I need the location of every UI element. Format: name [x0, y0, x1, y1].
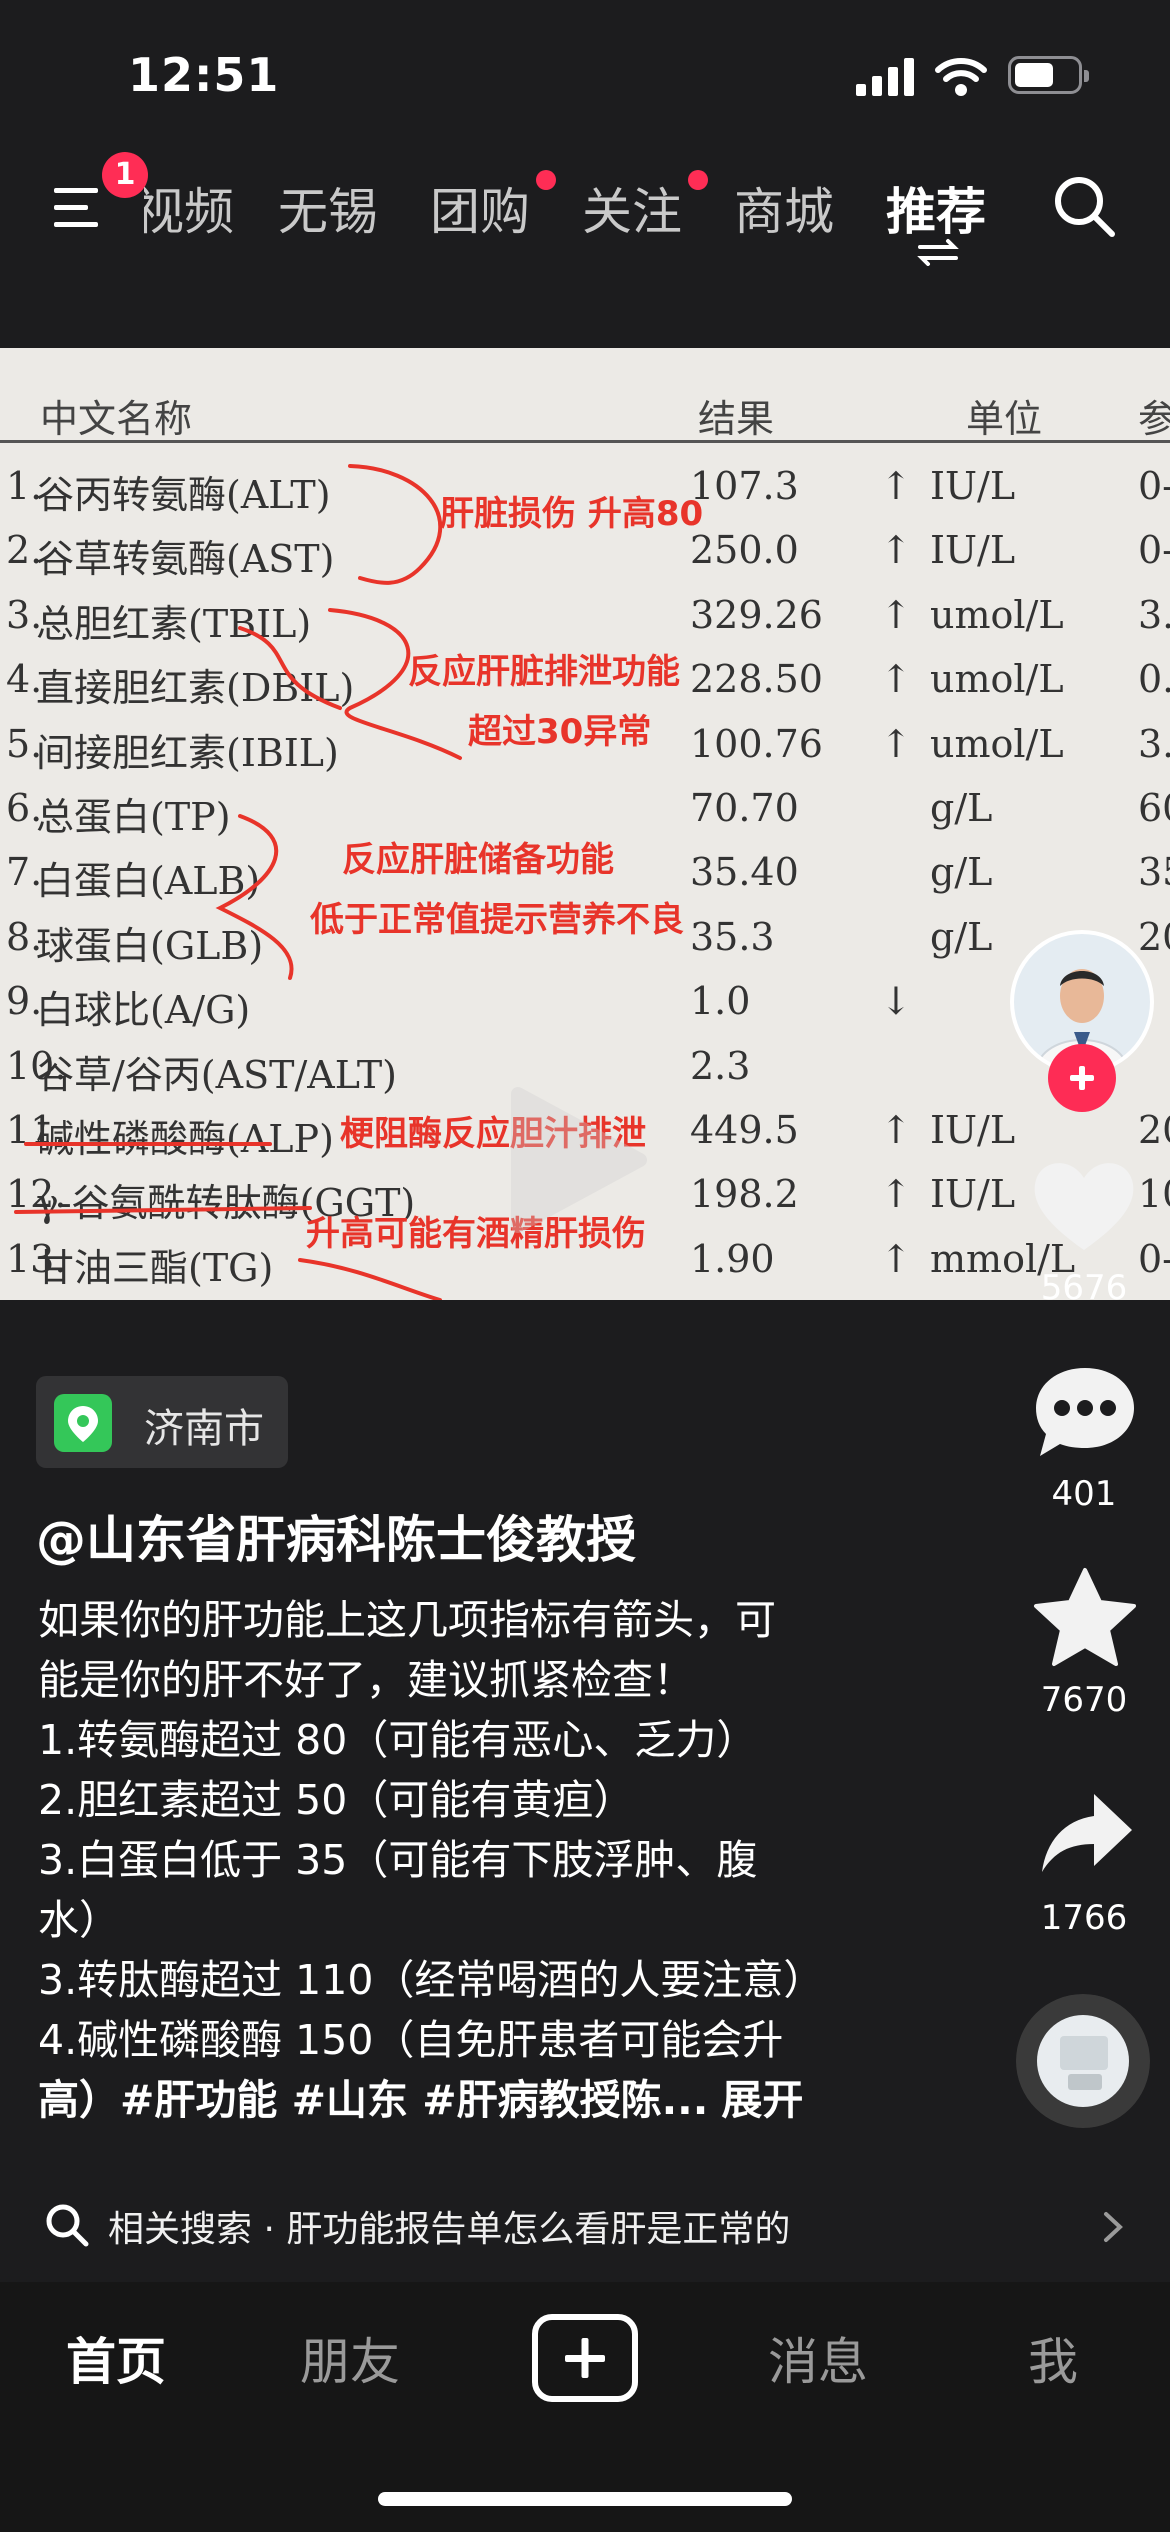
like-button[interactable]	[1024, 1150, 1144, 1260]
share-button[interactable]	[1036, 1786, 1136, 1882]
tab-messages[interactable]: 消息	[768, 2322, 868, 2394]
expand-button[interactable]: 展开	[721, 2076, 803, 2124]
tab-recommend[interactable]: 推荐	[886, 172, 986, 244]
home-indicator	[378, 2492, 792, 2506]
note-malnutrition: 低于正常值提示营养不良	[310, 900, 684, 940]
battery-icon	[1008, 56, 1089, 94]
search-icon	[46, 2204, 89, 2247]
author-name[interactable]: @山东省肝病科陈士俊教授	[36, 1500, 636, 1572]
favorite-button[interactable]	[1030, 1566, 1140, 1670]
note-excretion: 反应肝脏排泄功能	[408, 652, 680, 692]
following-dot	[688, 170, 708, 190]
location-label: 济南市	[144, 1406, 264, 1452]
like-count: 5676	[1040, 1268, 1128, 1308]
desc-last-line: 高）#肝功能 #山东 #肝病教授陈...	[38, 2076, 709, 2124]
tab-wuxi[interactable]: 无锡	[278, 172, 378, 244]
tab-me[interactable]: 我	[1028, 2322, 1078, 2394]
star-icon	[1034, 1568, 1136, 1666]
note-liver-damage: 肝脏损伤 升高80	[440, 494, 704, 534]
tab-group-buy[interactable]: 团购	[430, 172, 530, 244]
desc-line: 2.胆红素超过 50（可能有黄疸）	[38, 1776, 635, 1824]
tab-following[interactable]: 关注	[582, 172, 682, 244]
group-buy-dot	[536, 170, 556, 190]
related-search-prefix: 相关搜索	[108, 2209, 253, 2250]
desc-line: 4.碱性磷酸酶 150（自免肝患者可能会升	[38, 2016, 784, 2064]
desc-line: 水）	[38, 1896, 120, 1944]
follow-button[interactable]	[1048, 1044, 1116, 1112]
menu-button[interactable]	[48, 178, 108, 238]
desc-line: 能是你的肝不好了，建议抓紧检查！	[38, 1656, 694, 1704]
tab-mall[interactable]: 商城	[734, 172, 834, 244]
plus-icon	[1070, 1066, 1094, 1090]
desc-line: 如果你的肝功能上这几项指标有箭头，可	[38, 1596, 776, 1644]
plus-icon	[565, 2338, 605, 2378]
related-search-bar[interactable]: 相关搜索 · 肝功能报告单怎么看肝是正常的	[0, 2184, 1170, 2270]
heart-icon	[1034, 1163, 1134, 1250]
desc-line: 1.转氨酶超过 80（可能有恶心、乏力）	[38, 1716, 758, 1764]
video-content[interactable]: 中文名称 结果 单位 参 1.谷丙转氨酶(ALT)107.3↑IU/L0-2.谷…	[0, 348, 1170, 1300]
wifi-icon	[935, 58, 987, 96]
comment-button[interactable]	[1030, 1362, 1140, 1462]
play-icon[interactable]	[502, 1080, 652, 1240]
menu-badge: 1	[102, 152, 148, 198]
create-button[interactable]	[532, 2314, 638, 2402]
switch-arrows-icon	[917, 239, 959, 266]
location-pin-icon	[54, 1394, 112, 1452]
favorite-count: 7670	[1040, 1680, 1128, 1720]
music-disc[interactable]	[1016, 1994, 1150, 2128]
search-button[interactable]	[1050, 172, 1120, 242]
desc-line: 3.白蛋白低于 35（可能有下肢浮肿、腹	[38, 1836, 758, 1884]
comment-count: 401	[1051, 1474, 1117, 1514]
menu-icon	[54, 188, 98, 227]
status-time: 12:51	[128, 48, 280, 102]
signal-icon	[856, 56, 914, 96]
share-count: 1766	[1040, 1898, 1128, 1938]
note-reserve: 反应肝脏储备功能	[342, 840, 614, 880]
related-search-query: 肝功能报告单怎么看肝是正常的	[286, 2209, 791, 2250]
desc-line: 3.转肽酶超过 110（经常喝酒的人要注意）	[38, 1956, 825, 2004]
location-tag[interactable]: 济南市	[36, 1376, 288, 1468]
share-icon	[1042, 1794, 1132, 1872]
comment-icon	[1036, 1368, 1134, 1456]
post-description: 如果你的肝功能上这几项指标有箭头，可 能是你的肝不好了，建议抓紧检查！ 1.转氨…	[38, 1590, 878, 2130]
search-icon	[1055, 177, 1115, 237]
chevron-right-icon	[1104, 2212, 1123, 2242]
tab-friends[interactable]: 朋友	[300, 2322, 400, 2394]
tab-home[interactable]: 首页	[66, 2322, 166, 2394]
related-search-dot: ·	[263, 2209, 275, 2250]
bottom-tab-bar: 首页 朋友 消息 我	[0, 2282, 1170, 2532]
tab-video[interactable]: 视频	[144, 172, 234, 244]
note-over-30: 超过30异常	[468, 712, 652, 752]
